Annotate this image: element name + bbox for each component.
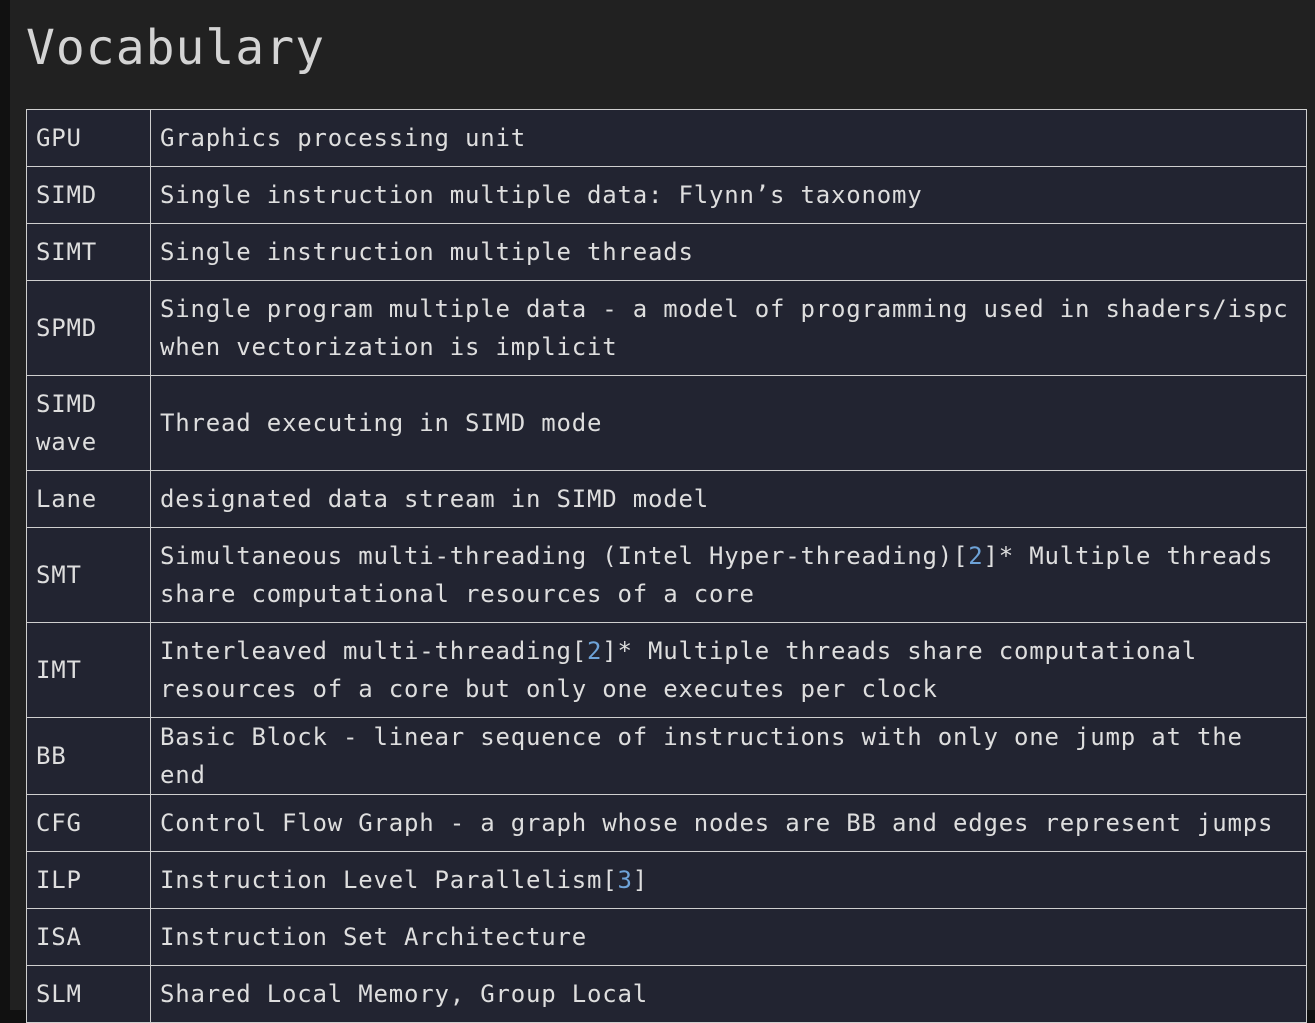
definition-cell: Simultaneous multi-threading (Intel Hype… xyxy=(150,527,1307,623)
definition-cell: Thread executing in SIMD mode xyxy=(150,375,1307,471)
definition-text: Interleaved multi-threading[ xyxy=(160,637,587,665)
definition-cell: designated data stream in SIMD model xyxy=(150,470,1307,528)
definition-cell: Single program multiple data - a model o… xyxy=(150,280,1307,376)
definition-cell: Instruction Set Architecture xyxy=(150,908,1307,966)
table-row: SIMD Single instruction multiple data: F… xyxy=(26,166,1307,224)
table-row: SLM Shared Local Memory, Group Local xyxy=(26,965,1307,1023)
term-cell: SLM xyxy=(26,965,151,1023)
table-row: BB Basic Block - linear sequence of inst… xyxy=(26,717,1307,795)
page: Vocabulary GPU Graphics processing unit … xyxy=(10,0,1315,1023)
citation-link[interactable]: 3 xyxy=(617,866,632,894)
table-row: SIMD wave Thread executing in SIMD mode xyxy=(26,375,1307,471)
term-cell: SPMD xyxy=(26,280,151,376)
term-cell: ILP xyxy=(26,851,151,909)
definition-cell: Single instruction multiple data: Flynn’… xyxy=(150,166,1307,224)
definition-text: Instruction Level Parallelism[ xyxy=(160,866,618,894)
table-row: SMT Simultaneous multi-threading (Intel … xyxy=(26,527,1307,623)
term-cell: SIMD xyxy=(26,166,151,224)
term-cell: Lane xyxy=(26,470,151,528)
definition-text: Simultaneous multi-threading (Intel Hype… xyxy=(160,542,969,570)
table-row: GPU Graphics processing unit xyxy=(26,109,1307,167)
citation-link[interactable]: 2 xyxy=(968,542,983,570)
term-cell: CFG xyxy=(26,794,151,852)
term-cell: IMT xyxy=(26,622,151,718)
page-title: Vocabulary xyxy=(26,20,325,76)
table-row: IMT Interleaved multi-threading[2]* Mult… xyxy=(26,622,1307,718)
term-cell: SMT xyxy=(26,527,151,623)
term-cell: GPU xyxy=(26,109,151,167)
table-row: CFG Control Flow Graph - a graph whose n… xyxy=(26,794,1307,852)
definition-cell: Instruction Level Parallelism[3] xyxy=(150,851,1307,909)
definition-text: ] xyxy=(632,866,648,894)
table-row: ISA Instruction Set Architecture xyxy=(26,908,1307,966)
definition-cell: Basic Block - linear sequence of instruc… xyxy=(150,717,1307,795)
definition-cell: Interleaved multi-threading[2]* Multiple… xyxy=(150,622,1307,718)
definition-cell: Graphics processing unit xyxy=(150,109,1307,167)
table-row: ILP Instruction Level Parallelism[3] xyxy=(26,851,1307,909)
table-row: Lane designated data stream in SIMD mode… xyxy=(26,470,1307,528)
definition-cell: Shared Local Memory, Group Local xyxy=(150,965,1307,1023)
term-cell: SIMT xyxy=(26,223,151,281)
table-row: SIMT Single instruction multiple threads xyxy=(26,223,1307,281)
table-row: SPMD Single program multiple data - a mo… xyxy=(26,280,1307,376)
term-cell: ISA xyxy=(26,908,151,966)
definition-cell: Control Flow Graph - a graph whose nodes… xyxy=(150,794,1307,852)
vocabulary-table: GPU Graphics processing unit SIMD Single… xyxy=(26,109,1307,1023)
term-cell: SIMD wave xyxy=(26,375,151,471)
citation-link[interactable]: 2 xyxy=(587,637,602,665)
term-cell: BB xyxy=(26,717,151,795)
definition-cell: Single instruction multiple threads xyxy=(150,223,1307,281)
